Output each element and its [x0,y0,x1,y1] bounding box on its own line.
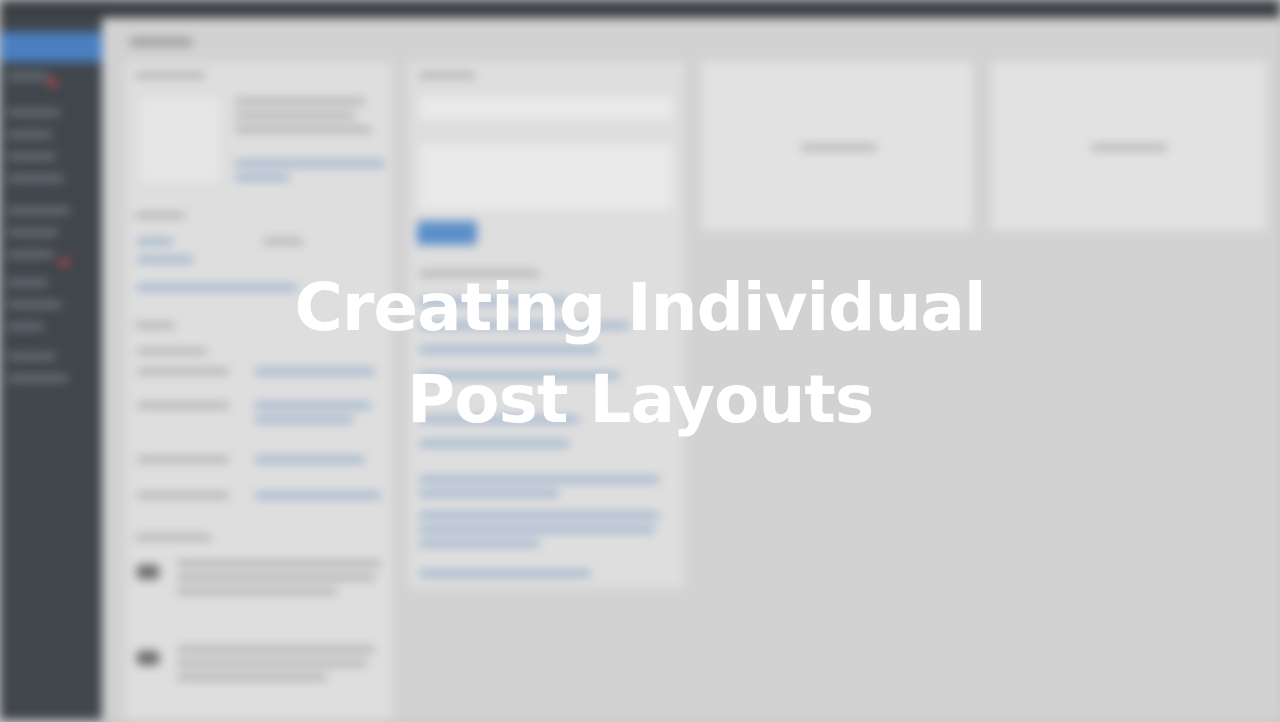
sidebar-item [8,176,64,181]
title-line-1: Creating Individual [294,269,986,346]
sidebar-item [8,110,60,115]
drop-zone-panel [990,60,1268,232]
sidebar-item [8,208,70,213]
sidebar-active-item [0,32,102,62]
sidebar-item [8,132,52,137]
sidebar-item [8,252,54,257]
sidebar-item [8,230,58,235]
sidebar-item [8,154,56,159]
drop-zone-panel [700,60,974,232]
admin-top-bar [0,0,1280,18]
title-field [417,93,675,123]
title-line-2: Post Layouts [406,361,874,438]
avatar-icon [137,95,223,185]
notification-dot-icon [48,78,57,87]
page-heading [130,38,192,46]
video-title-overlay: Creating Individual Post Layouts [0,262,1280,446]
save-draft-button [417,221,477,245]
sidebar-item [8,74,48,79]
content-field [417,141,675,213]
